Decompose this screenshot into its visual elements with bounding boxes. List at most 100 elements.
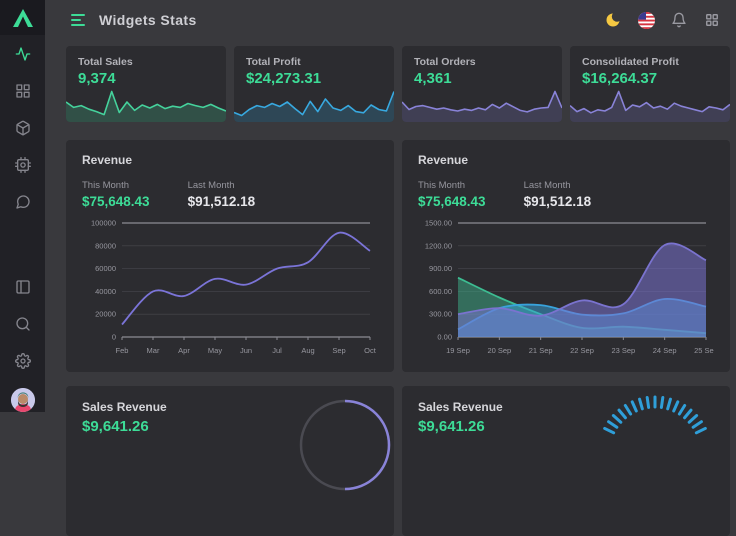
- sales-ring-gauge: [295, 390, 394, 500]
- svg-text:21 Sep: 21 Sep: [529, 346, 553, 355]
- stat-card-total-profit: Total Profit $24,273.31: [234, 46, 394, 122]
- charts-row: Revenue This Month $75,648.43 Last Month…: [66, 140, 730, 368]
- stat-label: Total Sales: [66, 46, 226, 68]
- svg-text:23 Sep: 23 Sep: [611, 346, 635, 355]
- stat-label: Total Orders: [402, 46, 562, 68]
- main-content: Total Sales 9,374 Total Profit $24,273.3…: [45, 40, 736, 412]
- svg-text:0: 0: [112, 333, 116, 342]
- legend-label: This Month: [82, 180, 150, 191]
- revenue-daily-area-chart: 0.00 300.00 600.00 900.00 1200.00 1500.00 19 S…: [418, 217, 714, 359]
- stat-label: Consolidated Profit: [570, 46, 730, 68]
- card-title: Revenue: [418, 153, 714, 167]
- chat-icon: [15, 194, 31, 210]
- stat-card-consolidated-profit: Consolidated Profit $16,264.37: [570, 46, 730, 122]
- sidebar-item-activity[interactable]: [15, 46, 31, 62]
- stat-card-total-sales: Total Sales 9,374: [66, 46, 226, 122]
- svg-text:1500.00: 1500.00: [425, 219, 452, 228]
- revenue-legend: This Month $75,648.43 Last Month $91,512…: [418, 180, 714, 209]
- svg-text:Apr: Apr: [178, 346, 190, 355]
- legend-last-month: Last Month $91,512.18: [524, 180, 592, 209]
- layout-sidebar-icon: [15, 279, 31, 295]
- legend-this-month: This Month $75,648.43: [82, 180, 150, 209]
- language-selector[interactable]: [637, 11, 655, 29]
- svg-text:May: May: [208, 346, 222, 355]
- sales-gauge-ticks: [595, 393, 715, 513]
- sidebar-item-settings[interactable]: [15, 353, 31, 369]
- revenue-monthly-line-chart: 020000400006000080000100000FebMarAprMayJ…: [82, 217, 378, 359]
- revenue-card-monthly: Revenue This Month $75,648.43 Last Month…: [66, 140, 394, 372]
- svg-text:1200.00: 1200.00: [425, 241, 452, 250]
- legend-label: Last Month: [524, 180, 592, 191]
- revenue-legend: This Month $75,648.43 Last Month $91,512…: [82, 180, 378, 209]
- legend-last-month: Last Month $91,512.18: [188, 180, 256, 209]
- svg-text:24 Sep: 24 Sep: [653, 346, 677, 355]
- svg-text:19 Sep: 19 Sep: [446, 346, 470, 355]
- bell-icon: [671, 12, 687, 28]
- sidebar-item-products[interactable]: [15, 120, 31, 136]
- apps-menu-button[interactable]: [703, 11, 721, 29]
- settings-gear-icon: [15, 353, 31, 369]
- stat-value: $16,264.37: [570, 68, 730, 87]
- grid-icon: [15, 83, 31, 99]
- sidebar: [0, 0, 45, 412]
- svg-text:Jul: Jul: [272, 346, 282, 355]
- legend-label: This Month: [418, 180, 486, 191]
- svg-text:60000: 60000: [95, 264, 116, 273]
- stat-value: 9,374: [66, 68, 226, 87]
- svg-text:22 Sep: 22 Sep: [570, 346, 594, 355]
- stats-row: Total Sales 9,374 Total Profit $24,273.3…: [66, 46, 730, 122]
- legend-value: $91,512.18: [524, 194, 592, 209]
- sales-revenue-card-right: Sales Revenue $9,641.26: [402, 386, 730, 536]
- stat-card-total-orders: Total Orders 4,361: [402, 46, 562, 122]
- user-avatar[interactable]: [11, 388, 35, 412]
- svg-text:0.00: 0.00: [437, 333, 452, 342]
- logo-triangle-icon: [12, 8, 34, 28]
- apps-grid-icon: [705, 13, 719, 27]
- sidebar-item-search[interactable]: [15, 316, 31, 332]
- svg-text:20000: 20000: [95, 310, 116, 319]
- consolidated-profit-sparkline-chart: [570, 88, 730, 122]
- svg-text:Oct: Oct: [364, 346, 377, 355]
- box-icon: [15, 120, 31, 136]
- revenue-card-daily: Revenue This Month $75,648.43 Last Month…: [402, 140, 730, 372]
- legend-value: $75,648.43: [82, 194, 150, 209]
- cpu-icon: [15, 157, 31, 173]
- stat-value: $24,273.31: [234, 68, 394, 87]
- svg-text:80000: 80000: [95, 241, 116, 250]
- svg-text:Aug: Aug: [301, 346, 314, 355]
- total-sales-sparkline-chart: [66, 88, 226, 122]
- svg-text:Sep: Sep: [332, 346, 345, 355]
- sidebar-item-layout[interactable]: [15, 279, 31, 295]
- moon-icon: [605, 12, 621, 28]
- activity-icon: [15, 46, 31, 62]
- total-profit-sparkline-chart: [234, 88, 394, 122]
- stat-value: 4,361: [402, 68, 562, 87]
- menu-toggle-icon[interactable]: [71, 14, 85, 26]
- svg-text:300.00: 300.00: [429, 310, 452, 319]
- sidebar-item-dashboard[interactable]: [15, 83, 31, 99]
- svg-text:Mar: Mar: [147, 346, 160, 355]
- svg-text:20 Sep: 20 Sep: [487, 346, 511, 355]
- svg-text:600.00: 600.00: [429, 287, 452, 296]
- svg-text:40000: 40000: [95, 287, 116, 296]
- legend-this-month: This Month $75,648.43: [418, 180, 486, 209]
- legend-value: $91,512.18: [188, 194, 256, 209]
- avatar-image: [11, 388, 35, 412]
- svg-text:Feb: Feb: [116, 346, 129, 355]
- dark-mode-toggle[interactable]: [604, 11, 622, 29]
- svg-text:Jun: Jun: [240, 346, 252, 355]
- total-orders-sparkline-chart: [402, 88, 562, 122]
- notifications-button[interactable]: [670, 11, 688, 29]
- sidebar-item-messages[interactable]: [15, 194, 31, 210]
- topbar: Widgets Stats: [45, 0, 736, 40]
- legend-value: $75,648.43: [418, 194, 486, 209]
- us-flag-icon: [638, 12, 655, 29]
- svg-text:900.00: 900.00: [429, 264, 452, 273]
- page-title: Widgets Stats: [99, 12, 197, 28]
- legend-label: Last Month: [188, 180, 256, 191]
- app-logo[interactable]: [0, 0, 45, 35]
- svg-text:25 Sep: 25 Sep: [694, 346, 714, 355]
- sales-revenue-card-left: Sales Revenue $9,641.26: [66, 386, 394, 536]
- stat-label: Total Profit: [234, 46, 394, 68]
- sidebar-item-system[interactable]: [15, 157, 31, 173]
